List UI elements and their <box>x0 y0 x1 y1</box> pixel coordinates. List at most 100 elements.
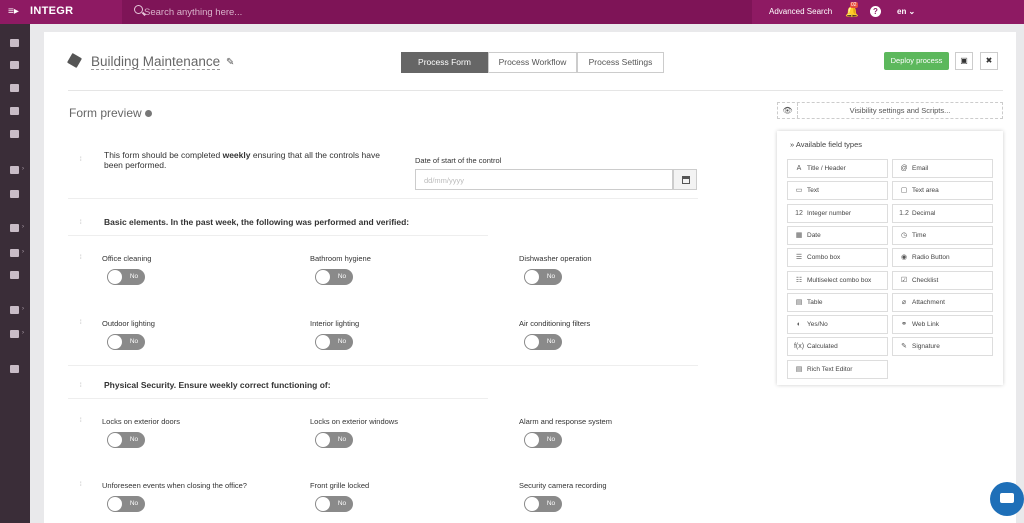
divider <box>68 365 698 366</box>
toggle-label: No <box>546 436 556 443</box>
calendar-button[interactable] <box>673 169 697 190</box>
field-type-item[interactable]: ⌀ Attachment <box>892 292 993 312</box>
app-logo[interactable]: INTEGR <box>30 5 73 17</box>
question-label: Security camera recording <box>519 481 607 490</box>
visibility-settings-button[interactable]: 👁 Visibility settings and Scripts... <box>777 102 1003 119</box>
trophy-icon[interactable] <box>10 107 19 115</box>
tab-process-workflow[interactable]: Process Workflow <box>488 52 577 73</box>
search-input[interactable] <box>144 5 544 19</box>
notification-badge: 02 <box>850 2 858 8</box>
book-icon[interactable] <box>10 306 19 314</box>
yes-no-toggle[interactable]: No <box>524 334 562 350</box>
yes-no-toggle[interactable]: No <box>107 432 145 448</box>
save-button[interactable]: ▣ <box>955 52 973 70</box>
field-type-item[interactable]: ▢ Text area <box>892 181 993 201</box>
field-type-item[interactable]: ☑ Checklist <box>892 270 993 290</box>
divider <box>68 90 1003 91</box>
yes-no-toggle[interactable]: No <box>107 496 145 512</box>
question-label: Air conditioning filters <box>519 319 591 328</box>
yes-no-toggle[interactable]: No <box>315 496 353 512</box>
global-search[interactable] <box>122 0 752 24</box>
inbox-icon[interactable] <box>10 39 19 47</box>
toggle-knob <box>108 497 122 511</box>
tab-process-form[interactable]: Process Form <box>401 52 488 73</box>
toggle-label: No <box>337 338 347 345</box>
field-type-icon: ▢ <box>900 187 908 195</box>
warning-icon[interactable] <box>10 271 19 279</box>
field-type-item[interactable]: ◉ Radio Button <box>892 248 993 268</box>
yes-no-toggle[interactable]: No <box>107 269 145 285</box>
toggle-knob <box>316 497 330 511</box>
field-type-icon: ◉ <box>900 254 908 262</box>
field-type-item[interactable]: ⚭ Web Link <box>892 315 993 335</box>
yes-no-toggle[interactable]: No <box>524 432 562 448</box>
field-type-label: Title / Header <box>807 165 846 172</box>
toggle-label: No <box>337 500 347 507</box>
yes-no-toggle[interactable]: No <box>315 269 353 285</box>
yes-no-toggle[interactable]: No <box>524 496 562 512</box>
drag-handle-icon[interactable]: ⁞ <box>80 383 82 389</box>
question-label: Unforeseen events when closing the offic… <box>102 481 247 490</box>
hamburger-icon[interactable]: ≡▸ <box>8 6 19 17</box>
close-button[interactable]: ✖ <box>980 52 998 70</box>
collapse-icon[interactable] <box>10 365 19 373</box>
settings-icon[interactable] <box>10 330 19 338</box>
field-type-item[interactable]: ☰ Combo box <box>787 248 888 268</box>
pencil-icon[interactable]: ✎ <box>226 57 234 68</box>
language-selector[interactable]: en ⌄ <box>897 7 915 16</box>
drag-handle-icon[interactable]: ⁞ <box>80 418 82 424</box>
deploy-process-button[interactable]: Deploy process <box>884 52 949 70</box>
help-icon[interactable] <box>144 110 152 118</box>
drag-handle-icon[interactable]: ⁞ <box>80 482 82 488</box>
field-type-item[interactable]: ◐ Yes/No <box>787 315 888 335</box>
field-type-icon: ▦ <box>795 231 803 239</box>
field-type-item[interactable]: f(x) Calculated <box>787 337 888 357</box>
field-type-label: Time <box>912 231 927 239</box>
close-icon: ✖ <box>985 56 993 65</box>
date-input[interactable] <box>424 174 624 186</box>
field-type-icon: 1.2 <box>899 209 909 217</box>
star-icon[interactable] <box>10 61 19 69</box>
field-type-item[interactable]: 1.2 Decimal <box>892 203 993 223</box>
drag-handle-icon[interactable]: ⁞ <box>80 255 82 261</box>
field-type-item[interactable]: ▭ Text <box>787 181 888 201</box>
advanced-search-link[interactable]: Advanced Search <box>769 7 832 16</box>
drag-handle-icon[interactable]: ⁞ <box>80 220 82 226</box>
field-type-item[interactable]: A Title / Header <box>787 159 888 178</box>
field-type-item[interactable]: @ Email <box>892 159 993 178</box>
home-icon[interactable] <box>10 130 19 138</box>
send-icon[interactable] <box>10 84 19 92</box>
field-type-icon: ⌀ <box>901 298 907 306</box>
toggle-knob <box>525 270 539 284</box>
database-icon[interactable] <box>10 190 19 198</box>
floppy-disk-icon: ▣ <box>960 56 968 65</box>
help-icon[interactable]: ? <box>870 6 881 17</box>
field-types-header[interactable]: » Available field types <box>790 140 862 149</box>
process-title[interactable]: Building Maintenance <box>91 54 221 70</box>
field-type-icon: f(x) <box>793 343 805 351</box>
drag-handle-icon[interactable]: ⁞ <box>80 157 82 163</box>
field-type-item[interactable]: ☷ Multiselect combo box <box>787 270 888 290</box>
field-type-item[interactable]: ▤ Table <box>787 292 888 312</box>
chat-widget[interactable] <box>990 482 1024 516</box>
field-type-item[interactable]: 12 Integer number <box>787 203 888 223</box>
field-type-item[interactable]: ▤ Rich Text Editor <box>787 359 888 379</box>
flask-icon[interactable] <box>10 166 19 174</box>
yes-no-toggle[interactable]: No <box>107 334 145 350</box>
field-type-item[interactable]: ◷ Time <box>892 225 993 245</box>
field-type-icon: ☑ <box>900 276 908 284</box>
chart-icon[interactable] <box>10 224 19 232</box>
eye-icon: 👁 <box>778 103 798 118</box>
field-type-label: Signature <box>912 343 940 351</box>
field-type-item[interactable]: ✎ Signature <box>892 337 993 357</box>
field-type-item[interactable]: ▦ Date <box>787 225 888 245</box>
yes-no-toggle[interactable]: No <box>524 269 562 285</box>
yes-no-toggle[interactable]: No <box>315 432 353 448</box>
yes-no-toggle[interactable]: No <box>315 334 353 350</box>
cube-icon[interactable] <box>10 249 19 257</box>
toggle-label: No <box>337 436 347 443</box>
tab-process-settings[interactable]: Process Settings <box>577 52 664 73</box>
drag-handle-icon[interactable]: ⁞ <box>80 320 82 326</box>
date-field[interactable] <box>415 169 673 190</box>
toggle-label: No <box>546 500 556 507</box>
